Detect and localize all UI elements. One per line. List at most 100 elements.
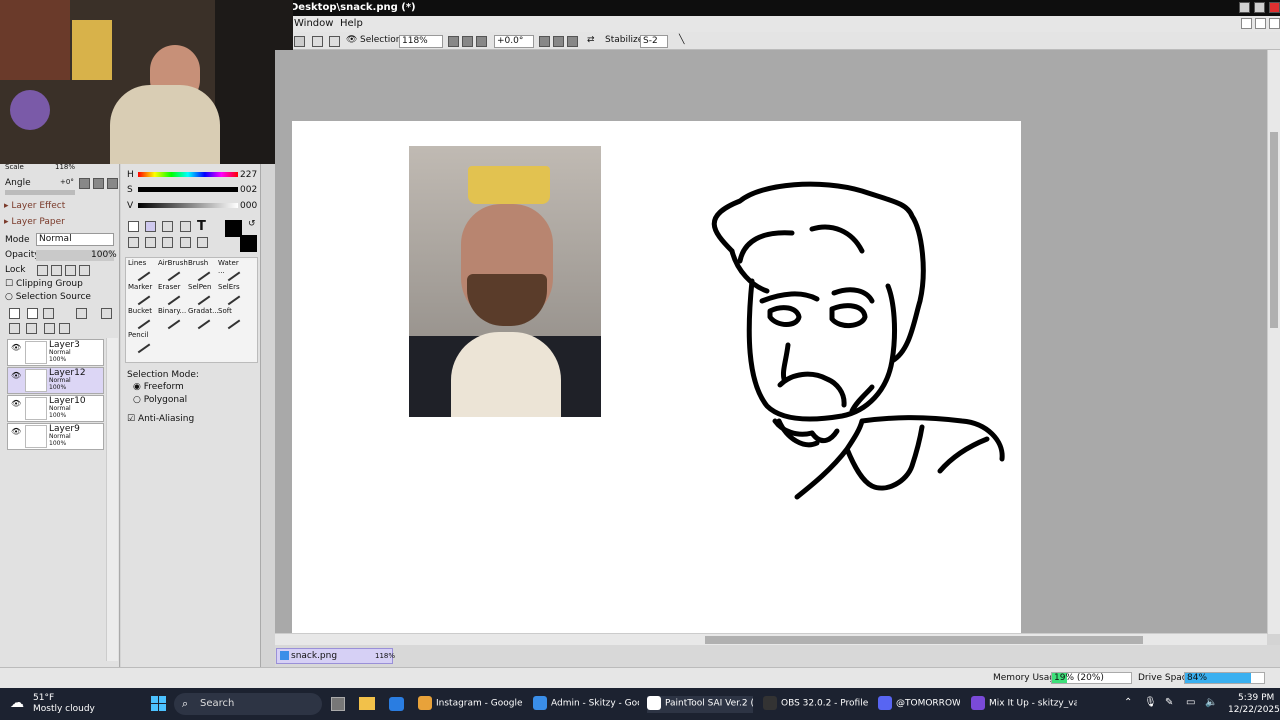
minimize-button[interactable] [1239, 2, 1250, 13]
clipping-group-checkbox[interactable]: ☐ Clipping Group [5, 279, 83, 289]
lasso-tool-icon[interactable] [145, 221, 156, 232]
angle-cw-button[interactable] [93, 178, 104, 189]
flip-icon[interactable]: ⇄ [587, 35, 595, 48]
transfer-down-icon[interactable] [26, 323, 37, 334]
layer-paper-header[interactable]: ▸ Layer Paper [4, 217, 65, 227]
layer-list-scrollbar[interactable] [106, 338, 118, 661]
brush-slot[interactable]: Eraser [157, 283, 187, 307]
store-icon[interactable] [389, 697, 404, 711]
swap-colors-icon[interactable]: ↺ [248, 219, 256, 229]
text-tool-icon[interactable]: T [197, 219, 206, 234]
clock-date[interactable]: 12/22/2025 [1228, 705, 1280, 715]
brush-slot[interactable]: AirBrush [157, 259, 188, 283]
lock-paint-icon[interactable] [51, 265, 62, 276]
lock-all-icon[interactable] [79, 265, 90, 276]
zoom-in-button[interactable] [462, 36, 473, 47]
weather-icon[interactable]: ☁ [10, 695, 24, 711]
layer-row[interactable]: 👁 Layer9 Normal 100% [7, 423, 104, 450]
brush-slot[interactable]: Lines [127, 259, 157, 283]
blend-mode-select[interactable]: Normal [36, 233, 114, 246]
visibility-eye-icon[interactable]: 👁 [11, 371, 21, 380]
rotate-ccw-button[interactable] [539, 36, 550, 47]
angle-slider[interactable] [5, 190, 75, 195]
new-layer-icon[interactable] [9, 308, 20, 319]
anti-aliasing-checkbox[interactable]: ☑ Anti-Aliasing [127, 414, 194, 424]
vertical-scrollbar[interactable] [1267, 50, 1280, 634]
doc-close-button[interactable] [1269, 18, 1280, 29]
close-button[interactable] [1269, 2, 1280, 13]
brush-slot[interactable]: Binary... [157, 307, 187, 331]
angle-reset-button[interactable] [107, 178, 118, 189]
taskbar-app[interactable]: Instagram - Google Ch [418, 696, 524, 713]
horizontal-scrollbar[interactable] [275, 633, 1267, 645]
select-tool-icon[interactable] [128, 221, 139, 232]
move-tool-icon[interactable] [128, 237, 139, 248]
eye-icon[interactable]: 👁 [346, 35, 357, 48]
layer-row[interactable]: 👁 Layer3 Normal 100% [7, 339, 104, 366]
stabilizer-select[interactable]: S-2 [640, 35, 668, 48]
line-tool-icon[interactable]: ╲ [679, 35, 684, 48]
vertical-scroll-thumb[interactable] [1270, 132, 1278, 328]
task-view-icon[interactable] [331, 697, 345, 711]
clear-layer-icon[interactable] [44, 323, 55, 334]
clock-time[interactable]: 5:39 PM [1238, 693, 1274, 703]
brush-slot[interactable]: Soft [217, 307, 247, 331]
brush-slot[interactable]: Gradat... [187, 307, 219, 331]
rotate-tool-icon[interactable] [162, 237, 173, 248]
shape-tool-icon[interactable] [180, 221, 191, 232]
visibility-eye-icon[interactable]: 👁 [11, 399, 21, 408]
saturation-slider[interactable] [138, 187, 238, 192]
brush-slot[interactable]: Pencil [127, 331, 157, 355]
doc-restore-button[interactable] [1255, 18, 1266, 29]
brush-slot[interactable]: SelErs [217, 283, 247, 307]
secondary-color-swatch[interactable] [240, 235, 257, 252]
zoom-out-button[interactable] [448, 36, 459, 47]
merge-down-icon[interactable] [9, 323, 20, 334]
brush-slot[interactable]: Bucket [127, 307, 157, 331]
selection-source-checkbox[interactable]: ○ Selection Source [5, 292, 91, 302]
start-button[interactable] [151, 696, 167, 712]
angle-ccw-button[interactable] [79, 178, 90, 189]
hand-tool-icon[interactable] [180, 237, 191, 248]
zoom-tool-icon[interactable] [145, 237, 156, 248]
horizontal-scroll-thumb[interactable] [705, 636, 1143, 644]
layer-effect-header[interactable]: ▸ Layer Effect [4, 201, 65, 211]
delete-layer-icon[interactable] [59, 323, 70, 334]
rotate-reset-button[interactable] [567, 36, 578, 47]
rotate-icon[interactable] [294, 36, 305, 47]
doc-minimize-button[interactable] [1241, 18, 1252, 29]
taskbar-app[interactable]: @TOMORROW [878, 696, 960, 713]
maximize-button[interactable] [1254, 2, 1265, 13]
canvas-area[interactable] [275, 50, 1267, 633]
taskbar-app[interactable]: Admin - Skitzy - Googl [533, 696, 639, 713]
lock-move-icon[interactable] [65, 265, 76, 276]
zoom-reset-button[interactable] [476, 36, 487, 47]
canvas-paper[interactable] [292, 121, 1021, 633]
new-linework-layer-icon[interactable] [27, 308, 38, 319]
zoom-select[interactable]: 118% [399, 35, 443, 48]
taskbar-app[interactable]: OBS 32.0.2 - Profile: Sti [763, 696, 869, 713]
pen-icon[interactable]: ✎ [1165, 697, 1173, 708]
lock-transparency-icon[interactable] [37, 265, 48, 276]
magic-wand-icon[interactable] [162, 221, 173, 232]
polygonal-radio[interactable]: ○ Polygonal [133, 395, 187, 405]
rotate-cw-button[interactable] [553, 36, 564, 47]
menu-window[interactable]: Window [294, 18, 333, 29]
volume-icon[interactable]: 🔈 [1205, 697, 1217, 708]
brush-slot[interactable]: Water ... [217, 259, 247, 283]
layer-filter-icon[interactable] [76, 308, 87, 319]
brush-slot[interactable]: Marker [127, 283, 157, 307]
taskbar-app[interactable]: PaintTool SAI Ver.2 (64 [647, 696, 753, 713]
brush-slot[interactable]: Brush [187, 259, 217, 283]
file-explorer-icon[interactable] [359, 697, 375, 710]
visibility-eye-icon[interactable]: 👁 [11, 427, 21, 436]
rotation-select[interactable]: +0.0° [494, 35, 534, 48]
hue-slider[interactable] [138, 172, 238, 177]
value-slider[interactable] [138, 203, 238, 208]
select-all-icon[interactable] [312, 36, 323, 47]
layer-mask-icon[interactable] [101, 308, 112, 319]
microphone-icon[interactable]: 🎙 [1144, 697, 1157, 708]
taskbar-app[interactable]: Mix It Up - skitzy_va - \ [971, 696, 1077, 713]
taskbar-search[interactable]: ⌕ Search [174, 693, 322, 715]
menu-help[interactable]: Help [340, 18, 363, 29]
